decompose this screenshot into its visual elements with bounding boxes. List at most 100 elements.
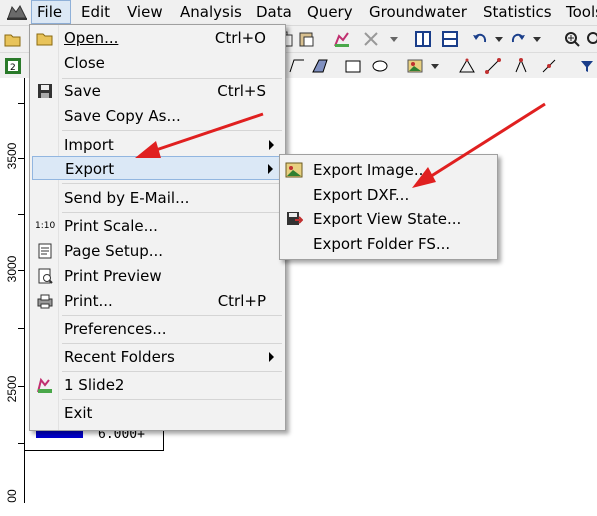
menu-item-label: Close <box>64 54 105 72</box>
export-view-state-icon <box>287 212 303 225</box>
ruler-tick <box>18 158 24 159</box>
export-image-icon <box>285 162 303 178</box>
rectangle-icon[interactable] <box>344 57 362 75</box>
filter-icon[interactable] <box>578 57 596 75</box>
zoom-icon[interactable] <box>563 30 581 48</box>
open-folder-icon[interactable] <box>4 30 22 48</box>
menu-separator <box>62 183 282 184</box>
menu-item-page-setup[interactable]: Page Setup... <box>32 239 282 263</box>
menu-item-label: Export DXF... <box>313 186 410 204</box>
printer-icon <box>37 294 53 309</box>
menu-groundwater[interactable]: Groundwater <box>364 0 472 24</box>
undo-dropdown-icon[interactable] <box>490 30 508 48</box>
menu-query-label: Query <box>307 3 353 21</box>
ruler-label: 3500 <box>5 142 19 170</box>
menu-file[interactable]: File <box>31 0 71 24</box>
menu-item-recent-file[interactable]: 1 Slide2 <box>32 373 282 397</box>
ruler-tick <box>18 270 24 271</box>
shortcut-label: Ctrl+P <box>217 292 266 310</box>
menu-item-exit[interactable]: Exit <box>32 401 282 425</box>
polyline-icon[interactable] <box>288 57 306 75</box>
menu-edit[interactable]: Edit <box>76 0 115 24</box>
delete-vertex-icon[interactable] <box>540 57 558 75</box>
redo-dropdown-icon[interactable] <box>528 30 546 48</box>
menu-view-label: View <box>127 3 163 21</box>
ruler-label: 00 <box>5 489 19 503</box>
menu-item-label: Export <box>65 160 115 178</box>
image-insert-icon[interactable] <box>407 57 425 75</box>
save-icon <box>38 84 52 98</box>
triangle-tool-icon[interactable] <box>458 57 476 75</box>
menu-item-recent-folders[interactable]: Recent Folders <box>32 345 282 369</box>
print-scale-icon: 1:10 <box>35 221 56 231</box>
menu-item-print-preview[interactable]: Print Preview <box>32 264 282 288</box>
submenu-arrow-icon <box>268 164 273 174</box>
shortcut-label: Ctrl+S <box>217 82 266 100</box>
menu-item-label: Page Setup... <box>64 242 164 260</box>
menu-file-label: File <box>37 3 63 21</box>
menu-item-export[interactable]: Export <box>32 156 282 180</box>
paste-icon[interactable] <box>297 30 315 48</box>
menu-item-label: Send by E-Mail... <box>64 189 190 207</box>
zoom-extents-icon[interactable] <box>584 30 597 48</box>
menu-item-export-folder-fs[interactable]: Export Folder FS... <box>281 232 496 256</box>
page-setup-icon <box>38 243 52 259</box>
menu-item-label: Open... <box>64 28 118 48</box>
menu-view[interactable]: View <box>122 0 168 24</box>
menu-item-label: Export Image... <box>313 161 429 179</box>
layout-horizontal-icon[interactable] <box>441 30 459 48</box>
menu-data[interactable]: Data <box>251 0 297 24</box>
dropdown-arrow-icon[interactable] <box>385 30 403 48</box>
menu-tools[interactable]: Tools <box>561 0 597 24</box>
submenu-arrow-icon <box>269 140 274 150</box>
layout-vertical-icon[interactable] <box>414 30 432 48</box>
menu-item-print-scale[interactable]: 1:10 Print Scale... <box>32 214 282 238</box>
menu-item-save[interactable]: Save Ctrl+S <box>32 79 282 103</box>
menu-item-preferences[interactable]: Preferences... <box>32 317 282 341</box>
svg-text:2: 2 <box>10 63 16 73</box>
print-preview-icon <box>38 268 53 284</box>
menu-item-print[interactable]: Print... Ctrl+P <box>32 289 282 313</box>
menu-tools-label: Tools <box>566 3 597 21</box>
move-vertex-icon[interactable] <box>512 57 530 75</box>
menu-statistics-label: Statistics <box>483 3 552 21</box>
slide-app-icon[interactable]: 2 <box>4 57 22 75</box>
menu-item-text: Open... <box>64 29 119 47</box>
menu-item-label: Export View State... <box>313 210 462 228</box>
menu-separator <box>62 315 282 316</box>
menu-item-import[interactable]: Import <box>32 133 282 157</box>
menu-groundwater-label: Groundwater <box>369 3 467 21</box>
ruler-label: 3000 <box>5 255 19 283</box>
menu-query[interactable]: Query <box>302 0 358 24</box>
menu-item-open[interactable]: Open... Ctrl+O <box>32 26 282 50</box>
menu-separator <box>62 371 282 372</box>
menu-item-send-email[interactable]: Send by E-Mail... <box>32 186 282 210</box>
slide-file-icon <box>37 377 52 393</box>
menu-item-export-image[interactable]: Export Image... <box>281 158 496 182</box>
menu-item-label: Print Preview <box>64 267 162 285</box>
chart-icon[interactable] <box>333 30 351 48</box>
menu-item-export-dxf[interactable]: Export DXF... <box>281 183 496 207</box>
shortcut-label: Ctrl+O <box>214 29 266 47</box>
menu-item-label: Exit <box>64 404 93 422</box>
menu-item-label: Save Copy As... <box>64 107 181 125</box>
edit-vertices-icon[interactable] <box>484 57 502 75</box>
ruler-label: 2500 <box>5 375 19 403</box>
ruler-tick <box>18 214 24 215</box>
polygon-icon[interactable] <box>311 57 329 75</box>
query-tool-icon[interactable] <box>362 30 380 48</box>
ellipse-icon[interactable] <box>371 57 389 75</box>
menu-analysis[interactable]: Analysis <box>175 0 247 24</box>
image-dropdown-icon[interactable] <box>426 57 444 75</box>
menu-separator <box>62 399 282 400</box>
menu-statistics[interactable]: Statistics <box>478 0 557 24</box>
ruler-tick <box>18 103 24 104</box>
menu-separator <box>62 130 282 131</box>
app-logo-icon <box>7 5 27 20</box>
undo-icon[interactable] <box>471 30 489 48</box>
menu-data-label: Data <box>256 3 292 21</box>
menu-item-save-copy-as[interactable]: Save Copy As... <box>32 104 282 128</box>
redo-icon[interactable] <box>509 30 527 48</box>
menu-item-export-view-state[interactable]: Export View State... <box>281 207 496 231</box>
menu-item-close[interactable]: Close <box>32 51 282 75</box>
